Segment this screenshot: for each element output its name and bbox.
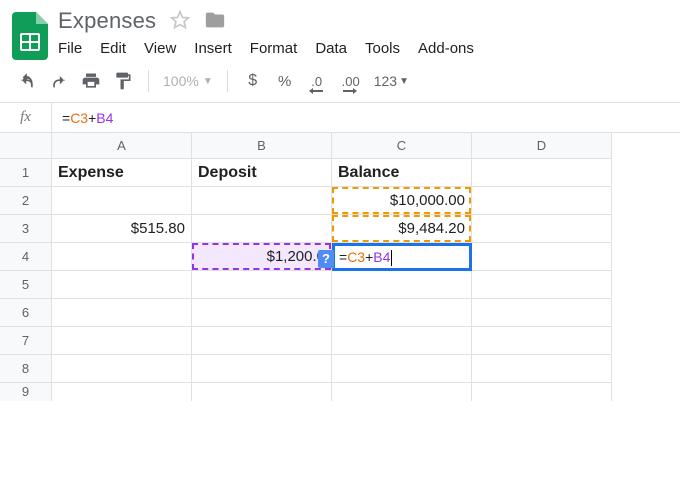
cell-c8[interactable] <box>332 355 472 383</box>
cell-c4-editing[interactable]: ? =C3+B4 <box>332 243 472 271</box>
cell-b8[interactable] <box>192 355 332 383</box>
column-header-b[interactable]: B <box>192 133 332 159</box>
fx-icon: fx <box>0 103 52 132</box>
cell-d6[interactable] <box>472 299 612 327</box>
toolbar-separator <box>227 70 228 92</box>
cell-d7[interactable] <box>472 327 612 355</box>
menu-format[interactable]: Format <box>250 40 298 57</box>
cell-c3[interactable]: $9,484.20 <box>332 215 472 243</box>
formula-ref2: B4 <box>96 110 113 126</box>
cell-b4[interactable]: $1,200.0 <box>192 243 332 271</box>
row-header-5[interactable]: 5 <box>0 271 52 299</box>
row-header-2[interactable]: 2 <box>0 187 52 215</box>
menu-tools[interactable]: Tools <box>365 40 400 57</box>
more-formats-button[interactable]: 123 ▼ <box>374 73 409 89</box>
select-all-corner[interactable] <box>0 133 52 159</box>
row-header-7[interactable]: 7 <box>0 327 52 355</box>
chevron-down-icon: ▼ <box>399 76 409 87</box>
cell-d1[interactable] <box>472 159 612 187</box>
formula-bar: fx =C3+B4 <box>0 103 680 133</box>
cell-a4[interactable] <box>52 243 192 271</box>
toolbar: 100% ▼ $ % .0 .00 123 ▼ <box>0 60 680 103</box>
cell-a2[interactable] <box>52 187 192 215</box>
decrease-decimal-label: .0 <box>311 74 322 89</box>
cell-d8[interactable] <box>472 355 612 383</box>
undo-icon[interactable] <box>16 70 38 92</box>
app-header: Expenses File Edit View Insert Format Da… <box>0 0 680 60</box>
formula-input[interactable]: =C3+B4 <box>52 110 113 126</box>
cell-d2[interactable] <box>472 187 612 215</box>
edit-eq: = <box>339 249 347 265</box>
text-cursor <box>391 250 392 266</box>
column-header-c[interactable]: C <box>332 133 472 159</box>
cell-a5[interactable] <box>52 271 192 299</box>
format-currency-button[interactable]: $ <box>242 70 264 92</box>
row-header-6[interactable]: 6 <box>0 299 52 327</box>
cell-a7[interactable] <box>52 327 192 355</box>
paint-format-icon[interactable] <box>112 70 134 92</box>
row-header-8[interactable]: 8 <box>0 355 52 383</box>
edit-ref2: B4 <box>373 249 390 265</box>
menu-file[interactable]: File <box>58 40 82 57</box>
cell-d5[interactable] <box>472 271 612 299</box>
cell-b3[interactable] <box>192 215 332 243</box>
document-title[interactable]: Expenses <box>58 8 156 34</box>
cell-a8[interactable] <box>52 355 192 383</box>
menu-addons[interactable]: Add-ons <box>418 40 474 57</box>
sheets-logo-icon <box>12 12 48 60</box>
cell-c5[interactable] <box>332 271 472 299</box>
more-formats-label: 123 <box>374 73 397 89</box>
cell-d9[interactable] <box>472 383 612 401</box>
cell-d3[interactable] <box>472 215 612 243</box>
cell-c1[interactable]: Balance <box>332 159 472 187</box>
row-header-9[interactable]: 9 <box>0 383 52 401</box>
formula-help-icon[interactable]: ? <box>318 250 334 268</box>
cell-b9[interactable] <box>192 383 332 401</box>
menu-data[interactable]: Data <box>315 40 347 57</box>
redo-icon[interactable] <box>48 70 70 92</box>
column-header-d[interactable]: D <box>472 133 612 159</box>
cell-b7[interactable] <box>192 327 332 355</box>
toolbar-separator <box>148 70 149 92</box>
formula-eq: = <box>62 110 70 126</box>
star-icon[interactable] <box>170 10 190 33</box>
cell-a9[interactable] <box>52 383 192 401</box>
zoom-value: 100% <box>163 73 199 89</box>
menu-edit[interactable]: Edit <box>100 40 126 57</box>
column-header-a[interactable]: A <box>52 133 192 159</box>
cell-b2[interactable] <box>192 187 332 215</box>
cell-c2[interactable]: $10,000.00 <box>332 187 472 215</box>
menu-insert[interactable]: Insert <box>194 40 232 57</box>
menu-view[interactable]: View <box>144 40 176 57</box>
cell-b6[interactable] <box>192 299 332 327</box>
increase-decimal-label: .00 <box>342 74 360 89</box>
row-header-3[interactable]: 3 <box>0 215 52 243</box>
cell-b1[interactable]: Deposit <box>192 159 332 187</box>
cell-b5[interactable] <box>192 271 332 299</box>
row-header-4[interactable]: 4 <box>0 243 52 271</box>
cell-a3[interactable]: $515.80 <box>52 215 192 243</box>
cell-c6[interactable] <box>332 299 472 327</box>
print-icon[interactable] <box>80 70 102 92</box>
cell-c7[interactable] <box>332 327 472 355</box>
decrease-decimal-button[interactable]: .0 <box>306 70 328 92</box>
cell-d4[interactable] <box>472 243 612 271</box>
cell-a1[interactable]: Expense <box>52 159 192 187</box>
folder-icon[interactable] <box>204 9 226 34</box>
chevron-down-icon: ▼ <box>203 76 213 87</box>
formula-ref1: C3 <box>70 110 88 126</box>
spreadsheet-grid[interactable]: A B C D 1 Expense Deposit Balance 2 $10,… <box>0 133 680 401</box>
cell-c9[interactable] <box>332 383 472 401</box>
format-percent-button[interactable]: % <box>274 70 296 92</box>
edit-ref1: C3 <box>347 249 365 265</box>
menu-bar: File Edit View Insert Format Data Tools … <box>58 40 474 57</box>
cell-a6[interactable] <box>52 299 192 327</box>
zoom-select[interactable]: 100% ▼ <box>163 73 213 89</box>
increase-decimal-button[interactable]: .00 <box>338 70 364 92</box>
row-header-1[interactable]: 1 <box>0 159 52 187</box>
